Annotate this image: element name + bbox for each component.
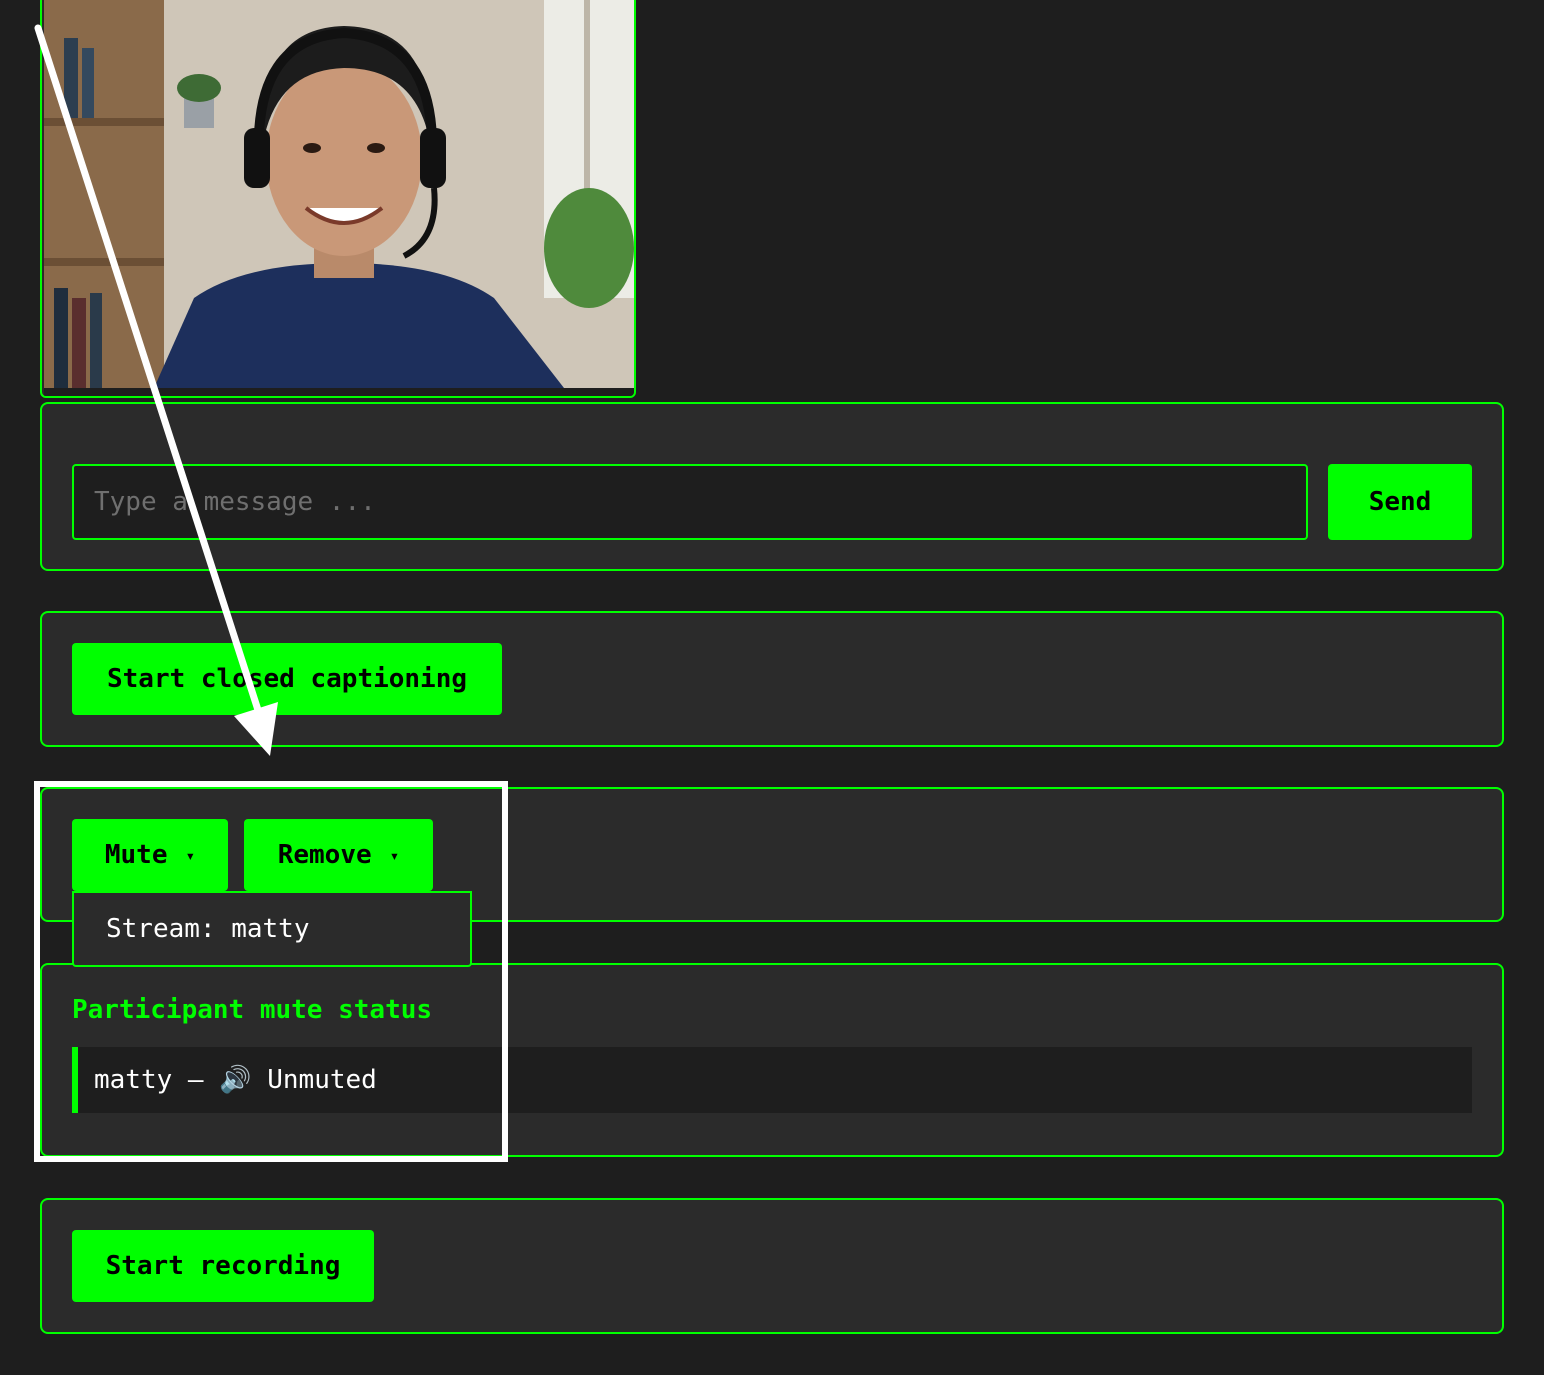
- list-item: matty — 🔊 Unmuted: [72, 1047, 1472, 1113]
- chevron-down-icon: ▾: [185, 845, 196, 865]
- message-input[interactable]: [72, 464, 1308, 540]
- remove-dropdown-button[interactable]: Remove ▾: [244, 819, 433, 891]
- page: Send Start closed captioning Mute ▾ Remo…: [0, 0, 1544, 1375]
- send-button[interactable]: Send: [1328, 464, 1472, 540]
- start-closed-captioning-button[interactable]: Start closed captioning: [72, 643, 502, 715]
- chevron-down-icon: ▾: [389, 845, 400, 865]
- mute-button-label: Mute: [104, 840, 168, 870]
- video-bottom-bar: [44, 388, 634, 396]
- dropdown-item-label: Stream: matty: [106, 914, 310, 944]
- mute-status-entry: matty — 🔊 Unmuted: [94, 1065, 377, 1095]
- mute-status-panel: Participant mute status matty — 🔊 Unmute…: [40, 963, 1504, 1157]
- mute-dropdown-menu-item[interactable]: Stream: matty: [72, 891, 472, 967]
- chat-panel: Send: [40, 402, 1504, 571]
- start-recording-button[interactable]: Start recording: [72, 1230, 374, 1302]
- captioning-panel: Start closed captioning: [40, 611, 1504, 747]
- participant-video-tile: [40, 0, 636, 398]
- remove-button-label: Remove: [277, 840, 372, 870]
- mute-dropdown-button[interactable]: Mute ▾: [72, 819, 228, 891]
- participant-video-feed: [44, 0, 634, 388]
- mute-status-title: Participant mute status: [72, 995, 433, 1025]
- recording-panel: Start recording: [40, 1198, 1504, 1334]
